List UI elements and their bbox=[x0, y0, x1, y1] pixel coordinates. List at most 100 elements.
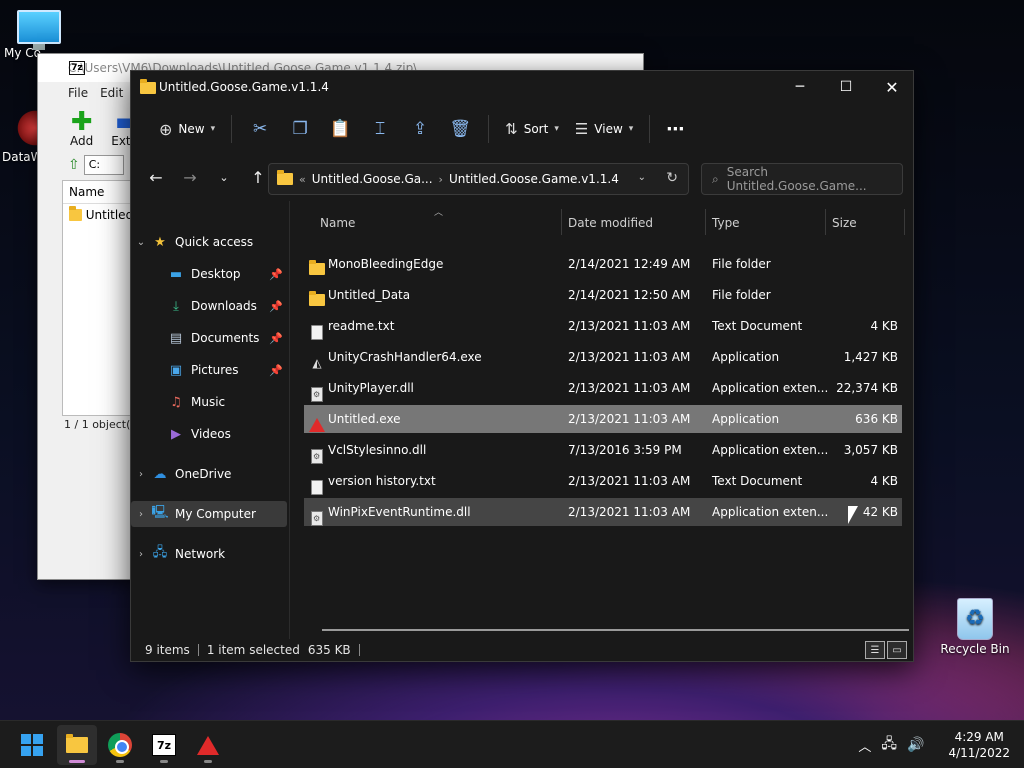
more-options-button[interactable]: ⋯ bbox=[658, 112, 692, 146]
large-icons-view-icon[interactable]: ▭ bbox=[887, 641, 907, 659]
column-header-size[interactable]: Size bbox=[832, 211, 857, 235]
file-date: 2/13/2021 11:03 AM bbox=[568, 381, 691, 395]
breadcrumb-item[interactable]: Untitled.Goose.Game.v1.1.4 bbox=[449, 172, 619, 186]
file-date: 2/13/2021 11:03 AM bbox=[568, 505, 691, 519]
file-list: ︿ Name Date modified Type Size MonoBleed… bbox=[304, 201, 909, 639]
file-explorer-window[interactable]: Untitled.Goose.Game.v1.1.4 ─ ☐ ✕ ⊕ New ▾… bbox=[130, 70, 914, 662]
nav-item-desktop[interactable]: ▬ Desktop 📌 bbox=[131, 261, 287, 287]
nav-item-label: Quick access bbox=[175, 235, 254, 249]
pin-icon[interactable]: 📌 bbox=[269, 332, 283, 345]
nav-item-documents[interactable]: ▤ Documents 📌 bbox=[131, 325, 287, 351]
file-date: 7/13/2016 3:59 PM bbox=[568, 443, 682, 457]
chevron-right-icon[interactable]: › bbox=[131, 469, 151, 480]
taskbar-7zip[interactable]: 7z bbox=[144, 725, 184, 765]
address-dropdown-icon[interactable]: ⌄ bbox=[638, 172, 646, 183]
network-icon[interactable]: 🖧 bbox=[881, 733, 897, 757]
file-row[interactable]: version history.txt 2/13/2021 11:03 AM Tex… bbox=[304, 467, 902, 495]
nav-item-videos[interactable]: ▶ Videos bbox=[131, 421, 287, 447]
mouse-cursor-icon bbox=[848, 506, 858, 524]
back-button[interactable]: ← bbox=[139, 162, 173, 192]
file-row[interactable]: VclStylesinno.dll 7/13/2016 3:59 PM Applic… bbox=[304, 436, 902, 464]
column-divider[interactable] bbox=[561, 209, 562, 235]
folder-icon bbox=[277, 170, 293, 185]
column-divider[interactable] bbox=[705, 209, 706, 235]
nav-item-label: Network bbox=[175, 547, 226, 561]
column-header-type[interactable]: Type bbox=[712, 211, 740, 235]
taskbar-chrome[interactable] bbox=[100, 725, 140, 765]
file-row[interactable]: Untitled_Data 2/14/2021 12:50 AM File fold… bbox=[304, 281, 902, 309]
nav-item-pictures[interactable]: ▣ Pictures 📌 bbox=[131, 357, 287, 383]
start-button[interactable] bbox=[12, 725, 52, 765]
details-view-icon[interactable]: ☰ bbox=[865, 641, 885, 659]
nav-item-network[interactable]: › 🖧 Network bbox=[131, 541, 287, 567]
taskbar-file-explorer[interactable] bbox=[57, 725, 97, 765]
file-row[interactable]: readme.txt 2/13/2021 11:03 AM Text Documen… bbox=[304, 312, 902, 340]
add-button[interactable]: ✚ Add bbox=[70, 109, 94, 148]
warning-icon bbox=[309, 411, 325, 432]
pin-icon[interactable]: 📌 bbox=[269, 364, 283, 377]
view-button[interactable]: ☰ View ▾ bbox=[567, 112, 641, 146]
close-button[interactable]: ✕ bbox=[869, 71, 915, 103]
copy-icon[interactable]: ❐ bbox=[280, 112, 320, 146]
horizontal-scrollbar[interactable] bbox=[322, 629, 909, 631]
new-button[interactable]: ⊕ New ▾ bbox=[151, 112, 223, 146]
file-row[interactable]: UnityPlayer.dll 2/13/2021 11:03 AM Applica… bbox=[304, 374, 902, 402]
refresh-icon[interactable]: ↻ bbox=[666, 170, 678, 186]
column-divider[interactable] bbox=[825, 209, 826, 235]
column-header-date[interactable]: Date modified bbox=[568, 211, 653, 235]
column-header-name[interactable]: Name bbox=[320, 211, 355, 235]
menu-file[interactable]: File bbox=[68, 86, 88, 100]
file-row[interactable]: Untitled.exe 2/13/2021 11:03 AM Applicatio… bbox=[304, 405, 902, 433]
file-row[interactable]: ◭ UnityCrashHandler64.exe 2/13/2021 11:03 … bbox=[304, 343, 902, 371]
minimize-button[interactable]: ─ bbox=[777, 71, 823, 103]
up-folder-icon[interactable]: ⇧ bbox=[68, 157, 80, 173]
add-label: Add bbox=[70, 134, 94, 148]
search-box[interactable]: ⌕ Search Untitled.Goose.Game... bbox=[701, 163, 903, 195]
title-bar[interactable]: Untitled.Goose.Game.v1.1.4 ─ ☐ ✕ bbox=[131, 71, 913, 103]
file-size: 4 KB bbox=[870, 319, 898, 333]
clock[interactable]: 4:29 AM 4/11/2022 bbox=[948, 729, 1010, 761]
chevron-down-icon[interactable]: ⌄ bbox=[131, 237, 151, 248]
taskbar-untitled-app[interactable] bbox=[188, 725, 228, 765]
desktop-icon-recycle-bin[interactable]: ♻ Recycle Bin bbox=[940, 598, 1010, 656]
file-type: Text Document bbox=[712, 319, 803, 333]
file-row[interactable]: WinPixEventRuntime.dll 2/13/2021 11:03 AM… bbox=[304, 498, 902, 526]
file-row[interactable]: MonoBleedingEdge 2/14/2021 12:49 AM File f… bbox=[304, 250, 902, 278]
nav-item-quick-access[interactable]: ⌄ ★ Quick access bbox=[131, 229, 287, 255]
rename-icon[interactable]: ⌶ bbox=[360, 112, 400, 146]
chevron-up-icon[interactable]: ︿ bbox=[858, 736, 871, 755]
download-icon: ⤓ bbox=[173, 298, 179, 314]
column-divider[interactable] bbox=[904, 209, 905, 235]
nav-item-my-computer[interactable]: › 🖳 My Computer bbox=[131, 501, 287, 527]
sevenzip-address-input[interactable]: C: bbox=[83, 155, 124, 175]
maximize-button[interactable]: ☐ bbox=[823, 71, 869, 103]
delete-icon[interactable]: 🗑 bbox=[440, 112, 480, 146]
file-name: version history.txt bbox=[328, 474, 436, 488]
cut-icon[interactable]: ✂ bbox=[240, 112, 280, 146]
pin-icon[interactable]: 📌 bbox=[269, 268, 283, 281]
chevron-right-icon[interactable]: › bbox=[131, 549, 151, 560]
volume-icon[interactable]: 🔊 bbox=[907, 737, 924, 753]
menu-edit[interactable]: Edit bbox=[100, 86, 123, 100]
sevenzip-icon: 7z bbox=[152, 734, 176, 756]
forward-button[interactable]: → bbox=[173, 162, 207, 192]
network-icon: 🖧 bbox=[152, 545, 168, 560]
overflow-chevron-icon[interactable]: « bbox=[299, 173, 306, 186]
recent-locations-button[interactable]: ⌄ bbox=[207, 162, 241, 192]
pane-divider[interactable] bbox=[289, 201, 290, 639]
file-size: 636 KB bbox=[855, 412, 898, 426]
nav-item-onedrive[interactable]: › ☁ OneDrive bbox=[131, 461, 287, 487]
paste-icon[interactable]: 📋 bbox=[320, 112, 360, 146]
address-bar[interactable]: « Untitled.Goose.Ga... › Untitled.Goose.… bbox=[268, 163, 689, 195]
picture-icon: ▣ bbox=[169, 362, 183, 378]
pin-icon[interactable]: 📌 bbox=[269, 300, 283, 313]
share-icon[interactable]: ⇪ bbox=[400, 112, 440, 146]
file-name: WinPixEventRuntime.dll bbox=[328, 505, 471, 519]
file-type: Text Document bbox=[712, 474, 803, 488]
folder-icon bbox=[309, 256, 325, 275]
nav-item-downloads[interactable]: ⤓ Downloads 📌 bbox=[131, 293, 287, 319]
chevron-right-icon[interactable]: › bbox=[131, 509, 151, 520]
breadcrumb-item[interactable]: Untitled.Goose.Ga... bbox=[312, 172, 433, 186]
sort-button[interactable]: ⇅ Sort ▾ bbox=[497, 112, 567, 146]
nav-item-music[interactable]: ♫ Music bbox=[131, 389, 287, 415]
